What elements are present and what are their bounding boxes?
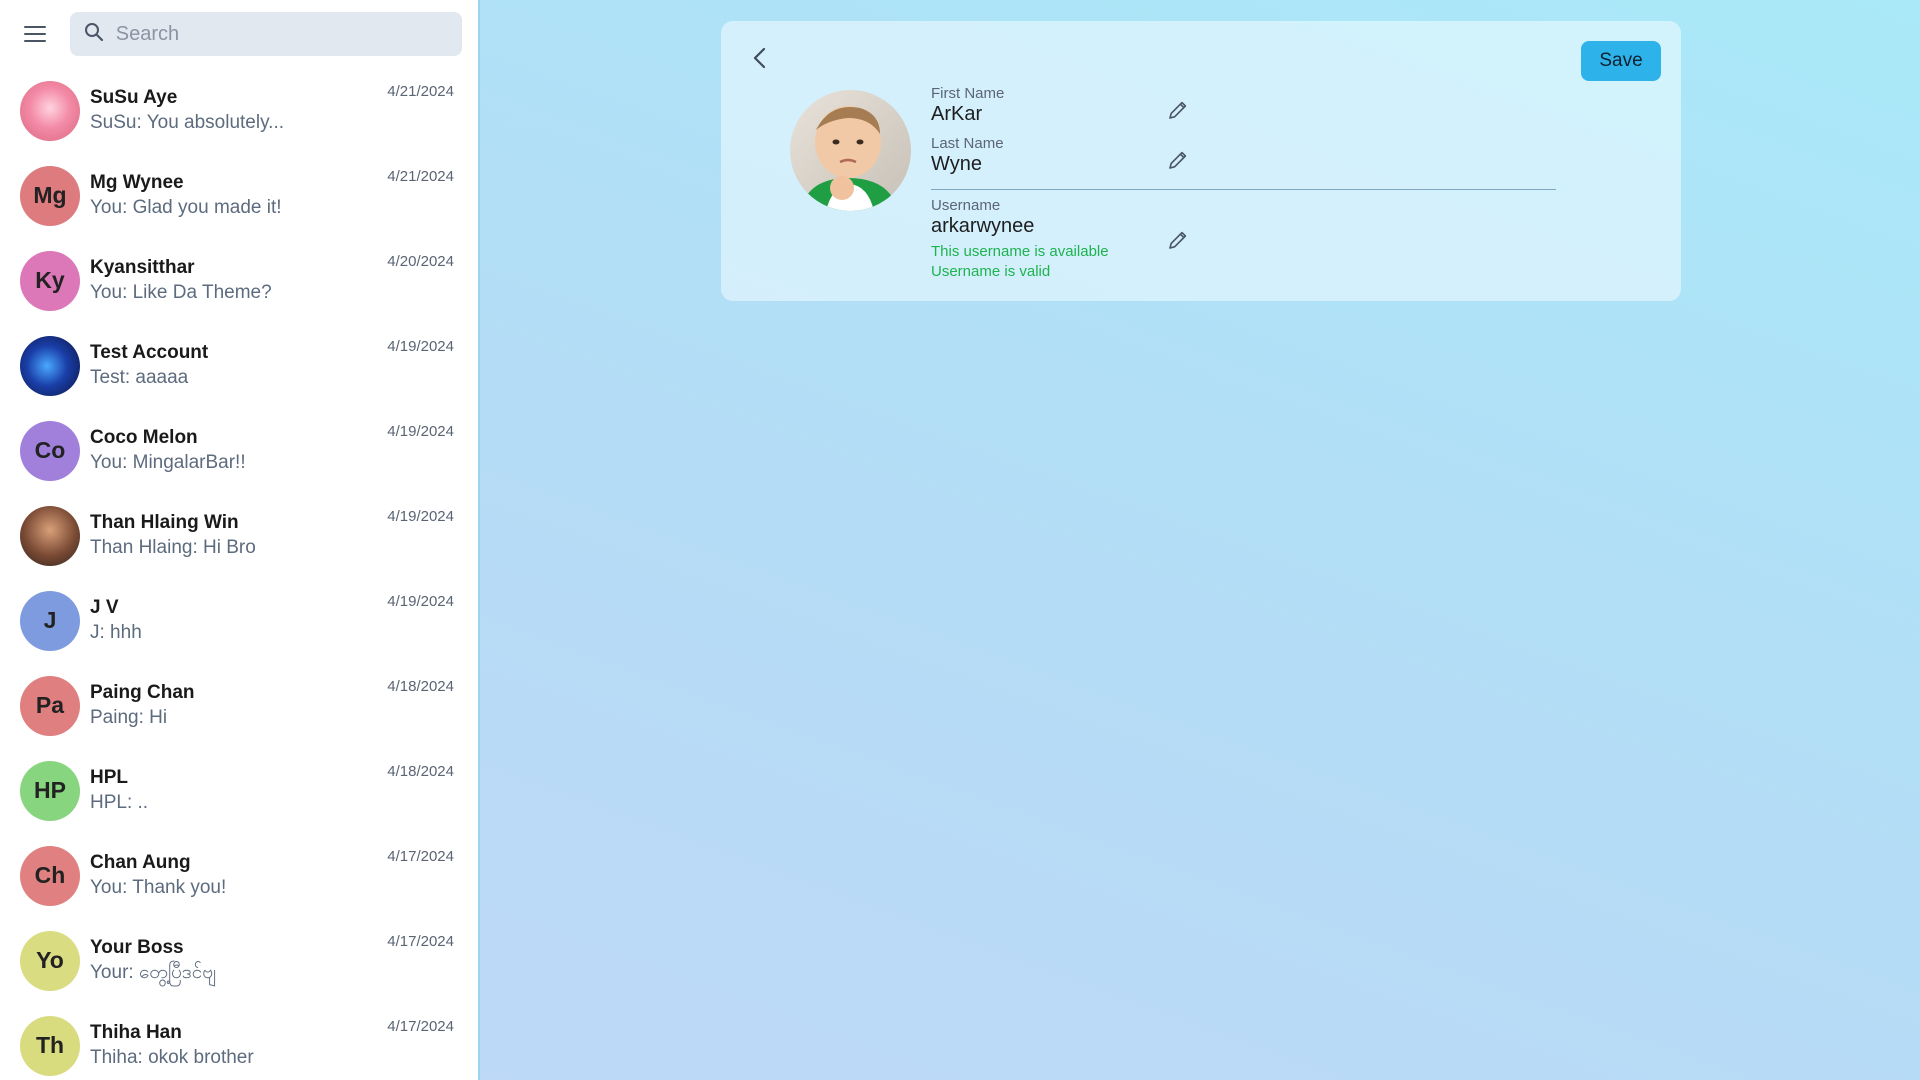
avatar: Co xyxy=(20,420,80,481)
chat-date: 4/18/2024 xyxy=(387,763,454,780)
avatar xyxy=(20,335,80,396)
chat-name: SuSu Aye xyxy=(90,86,178,108)
chat-last-message: Thiha: okok brother xyxy=(90,1046,254,1068)
chat-last-message: You: MingalarBar!! xyxy=(90,451,246,473)
first-name-field[interactable]: ArKar xyxy=(931,103,982,126)
last-name-label: Last Name xyxy=(931,135,1004,152)
chat-text: Test Account Test: aaaaa xyxy=(90,341,208,391)
avatar: J xyxy=(20,590,80,651)
chat-date: 4/17/2024 xyxy=(387,1018,454,1035)
sidebar: SuSu Aye SuSu: You absolutely... 4/21/20… xyxy=(0,0,480,1080)
chat-date: 4/17/2024 xyxy=(387,933,454,950)
chat-text: Your Boss Your: တွေ့ပြီဒင်ဗျ xyxy=(90,936,216,986)
chat-last-message: J: hhh xyxy=(90,621,142,643)
chat-text: Than Hlaing Win Than Hlaing: Hi Bro xyxy=(90,511,256,561)
chat-list-item[interactable]: J J V J: hhh 4/19/2024 xyxy=(0,578,478,663)
chat-date: 4/17/2024 xyxy=(387,848,454,865)
pencil-icon[interactable] xyxy=(1167,229,1189,251)
chat-name: J V xyxy=(90,596,119,618)
chat-date: 4/19/2024 xyxy=(387,338,454,355)
chat-name: Your Boss xyxy=(90,936,184,958)
avatar xyxy=(20,505,80,566)
username-field[interactable]: arkarwynee xyxy=(931,215,1034,238)
chat-name: Test Account xyxy=(90,341,209,363)
chat-date: 4/19/2024 xyxy=(387,508,454,525)
chat-last-message: HPL: .. xyxy=(90,791,149,813)
chat-last-message: Your: တွေ့ပြီဒင်ဗျ xyxy=(90,961,217,983)
avatar: HP xyxy=(20,760,80,821)
chat-last-message: Test: aaaaa xyxy=(90,366,189,388)
chat-text: HPL HPL: .. xyxy=(90,766,148,816)
save-button[interactable]: Save xyxy=(1581,41,1661,81)
chat-list-item[interactable]: Co Coco Melon You: MingalarBar!! 4/19/20… xyxy=(0,408,478,493)
chat-list-item[interactable]: HP HPL HPL: .. 4/18/2024 xyxy=(0,748,478,833)
chat-last-message: Than Hlaing: Hi Bro xyxy=(90,536,256,558)
menu-icon[interactable] xyxy=(20,19,50,49)
username-label: Username xyxy=(931,197,1001,214)
chat-name: Than Hlaing Win xyxy=(90,511,239,533)
chat-date: 4/19/2024 xyxy=(387,423,454,440)
chat-text: Coco Melon You: MingalarBar!! xyxy=(90,426,246,476)
chat-text: Kyansitthar You: Like Da Theme? xyxy=(90,256,272,306)
chat-list-item[interactable]: Than Hlaing Win Than Hlaing: Hi Bro 4/19… xyxy=(0,493,478,578)
chat-text: Chan Aung You: Thank you! xyxy=(90,851,226,901)
chat-list-item[interactable]: Th Thiha Han Thiha: okok brother 4/17/20… xyxy=(0,1003,478,1080)
profile-edit-card: Save First Name ArKar Last Name Wyne Use… xyxy=(721,21,1681,301)
first-name-label: First Name xyxy=(931,85,1005,102)
pencil-icon[interactable] xyxy=(1167,149,1189,171)
chat-date: 4/21/2024 xyxy=(387,168,454,185)
chat-date: 4/19/2024 xyxy=(387,593,454,610)
chat-text: Mg Wynee You: Glad you made it! xyxy=(90,171,282,221)
chat-list-item[interactable]: Ky Kyansitthar You: Like Da Theme? 4/20/… xyxy=(0,238,478,323)
avatar: Yo xyxy=(20,930,80,991)
avatar: Th xyxy=(20,1015,80,1076)
chat-list-item[interactable]: Ch Chan Aung You: Thank you! 4/17/2024 xyxy=(0,833,478,918)
avatar: Mg xyxy=(20,165,80,226)
chat-list-item[interactable]: Pa Paing Chan Paing: Hi 4/18/2024 xyxy=(0,663,478,748)
chat-last-message: SuSu: You absolutely... xyxy=(90,111,285,133)
chat-last-message: You: Thank you! xyxy=(90,876,227,898)
chat-name: Kyansitthar xyxy=(90,256,195,278)
avatar: Pa xyxy=(20,675,80,736)
chat-name: Paing Chan xyxy=(90,681,195,703)
username-available-status: This username is available xyxy=(931,243,1109,260)
chat-last-message: Paing: Hi xyxy=(90,706,168,728)
chat-last-message: You: Glad you made it! xyxy=(90,196,282,218)
avatar xyxy=(20,80,80,141)
chat-text: SuSu Aye SuSu: You absolutely... xyxy=(90,86,284,136)
search-input[interactable] xyxy=(115,22,436,46)
chat-name: Chan Aung xyxy=(90,851,191,873)
username-valid-status: Username is valid xyxy=(931,263,1051,280)
chat-list: SuSu Aye SuSu: You absolutely... 4/21/20… xyxy=(0,68,478,1080)
chat-date: 4/20/2024 xyxy=(387,253,454,270)
avatar: Ky xyxy=(20,250,80,311)
profile-photo[interactable] xyxy=(790,90,911,211)
chat-last-message: You: Like Da Theme? xyxy=(90,281,272,303)
sidebar-topbar xyxy=(0,0,478,68)
chat-list-item[interactable]: SuSu Aye SuSu: You absolutely... 4/21/20… xyxy=(0,68,478,153)
divider xyxy=(931,189,1556,190)
chat-date: 4/21/2024 xyxy=(387,83,454,100)
chat-date: 4/18/2024 xyxy=(387,678,454,695)
search-box[interactable] xyxy=(69,12,462,56)
last-name-field[interactable]: Wyne xyxy=(931,153,982,176)
search-icon xyxy=(84,22,104,47)
pencil-icon[interactable] xyxy=(1167,99,1189,121)
chat-text: Thiha Han Thiha: okok brother xyxy=(90,1021,254,1071)
chat-name: Thiha Han xyxy=(90,1021,182,1043)
chat-list-item[interactable]: Yo Your Boss Your: တွေ့ပြီဒင်ဗျ 4/17/202… xyxy=(0,918,478,1003)
chat-name: Coco Melon xyxy=(90,426,198,448)
chat-text: J V J: hhh xyxy=(90,596,142,646)
chat-list-item[interactable]: Test Account Test: aaaaa 4/19/2024 xyxy=(0,323,478,408)
avatar: Ch xyxy=(20,845,80,906)
chat-name: HPL xyxy=(90,766,128,788)
chat-text: Paing Chan Paing: Hi xyxy=(90,681,195,731)
chat-name: Mg Wynee xyxy=(90,171,184,193)
chevron-left-icon[interactable] xyxy=(745,43,775,73)
chat-list-item[interactable]: Mg Mg Wynee You: Glad you made it! 4/21/… xyxy=(0,153,478,238)
